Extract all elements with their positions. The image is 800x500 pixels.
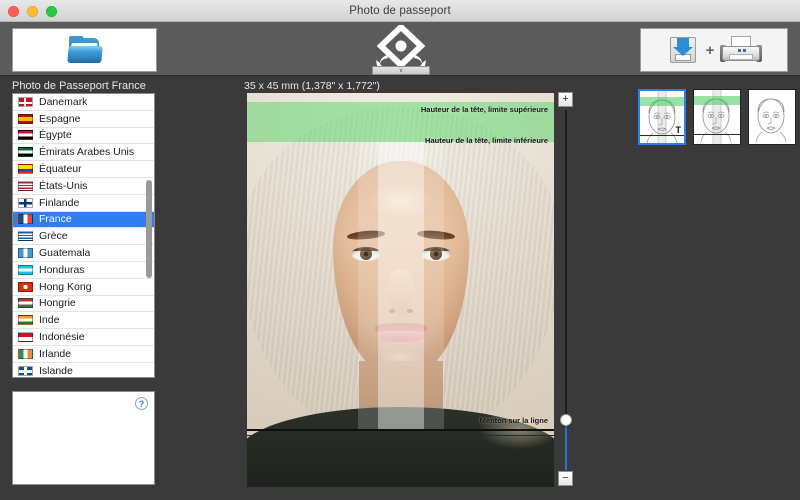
country-list-item[interactable]: Équateur	[13, 161, 154, 178]
country-list-item-label: France	[39, 213, 72, 226]
flag-icon-fi	[18, 197, 33, 208]
country-list-item-label: Danemark	[39, 95, 88, 108]
country-list-item[interactable]: Inde	[13, 312, 154, 330]
country-list-item-label: Hong Kong	[39, 280, 92, 293]
save-and-print-button[interactable]: +	[640, 28, 788, 72]
thumbnail-green-band	[640, 97, 684, 106]
help-icon[interactable]: ?	[135, 397, 148, 410]
country-list-item-label: Espagne	[39, 112, 81, 125]
guide-label-head-bottom: Hauteur de la tête, limite inférieure	[425, 136, 548, 145]
country-list-item[interactable]: Grèce	[13, 228, 154, 246]
flag-icon-es	[18, 113, 33, 124]
guide-label-chin: Menton sur la ligne	[479, 416, 548, 425]
flag-icon-eg	[18, 130, 33, 141]
flag-icon-ec	[18, 164, 33, 175]
country-list: Danemark Espagne Égypte Émirats Arabes Unis…	[13, 94, 154, 377]
country-list-item[interactable]: Guatemala	[13, 245, 154, 262]
country-list-item[interactable]: États-Unis	[13, 178, 154, 195]
zoom-button[interactable]	[46, 6, 57, 17]
country-list-item-label: États-Unis	[39, 179, 88, 192]
flag-icon-is	[18, 365, 33, 376]
move-tool-dropdown[interactable]: v	[372, 66, 430, 75]
plus-separator: +	[705, 41, 715, 59]
template-thumbnail[interactable]	[693, 89, 741, 145]
info-panel: ?	[12, 391, 155, 485]
country-list-scrollbar[interactable]	[146, 180, 152, 278]
country-list-item-label: Honduras	[39, 263, 85, 276]
country-list-box[interactable]: Danemark Espagne Égypte Émirats Arabes Unis…	[12, 93, 155, 378]
country-list-item[interactable]: Égypte	[13, 128, 154, 145]
open-photo-button[interactable]	[12, 28, 157, 72]
thumbnail-green-band	[694, 96, 740, 105]
photo-canvas[interactable]: Hauteur de la tête, limite supérieure Ha…	[247, 93, 554, 487]
country-list-item[interactable]: Indonésie	[13, 329, 154, 346]
template-thumbnail[interactable]	[748, 89, 796, 145]
close-button[interactable]	[8, 6, 19, 17]
template-thumbnail-strip: T	[638, 89, 796, 145]
flag-icon-gt	[18, 248, 33, 259]
window-title: Photo de passeport	[349, 4, 451, 17]
country-list-item[interactable]: Danemark	[13, 94, 154, 111]
flag-icon-gr	[18, 231, 33, 242]
template-thumbnail[interactable]: T	[638, 89, 686, 145]
zoom-slider-track[interactable]	[565, 110, 567, 418]
flag-icon-hk	[18, 281, 33, 292]
zoom-slider-knob[interactable]	[560, 414, 572, 426]
zoom-out-button[interactable]: −	[558, 471, 573, 486]
guide-label-head-top: Hauteur de la tête, limite supérieure	[420, 105, 548, 114]
window-controls	[8, 6, 57, 17]
folder-icon	[66, 35, 103, 64]
country-list-item[interactable]: Irlande	[13, 346, 154, 363]
country-panel-label: Photo de Passeport France	[12, 80, 146, 92]
move-rotate-tool-icon	[373, 25, 429, 67]
zoom-slider-track-active	[565, 425, 567, 470]
printer-icon	[720, 36, 763, 64]
country-list-item[interactable]: Honduras	[13, 262, 154, 279]
country-list-item-label: Grèce	[39, 230, 68, 243]
thumbnail-badge: T	[675, 125, 682, 135]
move-rotate-tool-button[interactable]: v	[368, 25, 434, 77]
save-to-disk-icon	[668, 35, 698, 65]
toolbar: v +	[0, 22, 800, 76]
flag-icon-ae	[18, 147, 33, 158]
minimize-button[interactable]	[27, 6, 38, 17]
country-list-item-label: Émirats Arabes Unis	[39, 146, 135, 159]
country-list-item-label: Guatemala	[39, 247, 91, 260]
country-list-item[interactable]: Hong Kong	[13, 279, 154, 296]
country-list-item-label: Inde	[39, 314, 60, 327]
country-list-item[interactable]: Espagne	[13, 111, 154, 128]
country-list-item[interactable]: France	[13, 211, 154, 229]
country-list-item-label: Islande	[39, 364, 73, 377]
country-list-item-label: Finlande	[39, 196, 80, 209]
chin-guide-line-secondary	[247, 435, 554, 436]
flag-icon-hu	[18, 298, 33, 309]
country-list-item[interactable]: Émirats Arabes Unis	[13, 144, 154, 162]
country-list-item-label: Hongrie	[39, 297, 76, 310]
flag-icon-us	[18, 180, 33, 191]
flag-icon-hn	[18, 264, 33, 275]
country-list-item[interactable]: Finlande	[13, 195, 154, 212]
country-list-item-label: Indonésie	[39, 331, 85, 344]
thumbnail-chin-line	[640, 135, 684, 136]
country-list-item-label: Équateur	[39, 163, 82, 176]
flag-icon-ie	[18, 348, 33, 359]
chin-guide-line	[247, 429, 554, 431]
country-list-item[interactable]: Hongrie	[13, 296, 154, 313]
country-list-item-label: Irlande	[39, 347, 72, 360]
country-list-item[interactable]: Islande	[13, 363, 154, 377]
app-window: Photo de passeport v + Photo de Passepor…	[0, 0, 800, 500]
thumbnail-chin-line	[694, 134, 740, 135]
country-list-item-label: Égypte	[39, 129, 72, 142]
flag-icon-fr	[18, 214, 33, 225]
window-titlebar: Photo de passeport	[0, 0, 800, 22]
flag-icon-id	[18, 332, 33, 343]
flag-icon-dk	[18, 96, 33, 107]
center-guide-band	[377, 142, 424, 431]
zoom-in-button[interactable]: +	[558, 92, 573, 107]
flag-icon-in	[18, 315, 33, 326]
photo-dimensions-label: 35 x 45 mm (1,378" x 1,772")	[244, 80, 380, 92]
